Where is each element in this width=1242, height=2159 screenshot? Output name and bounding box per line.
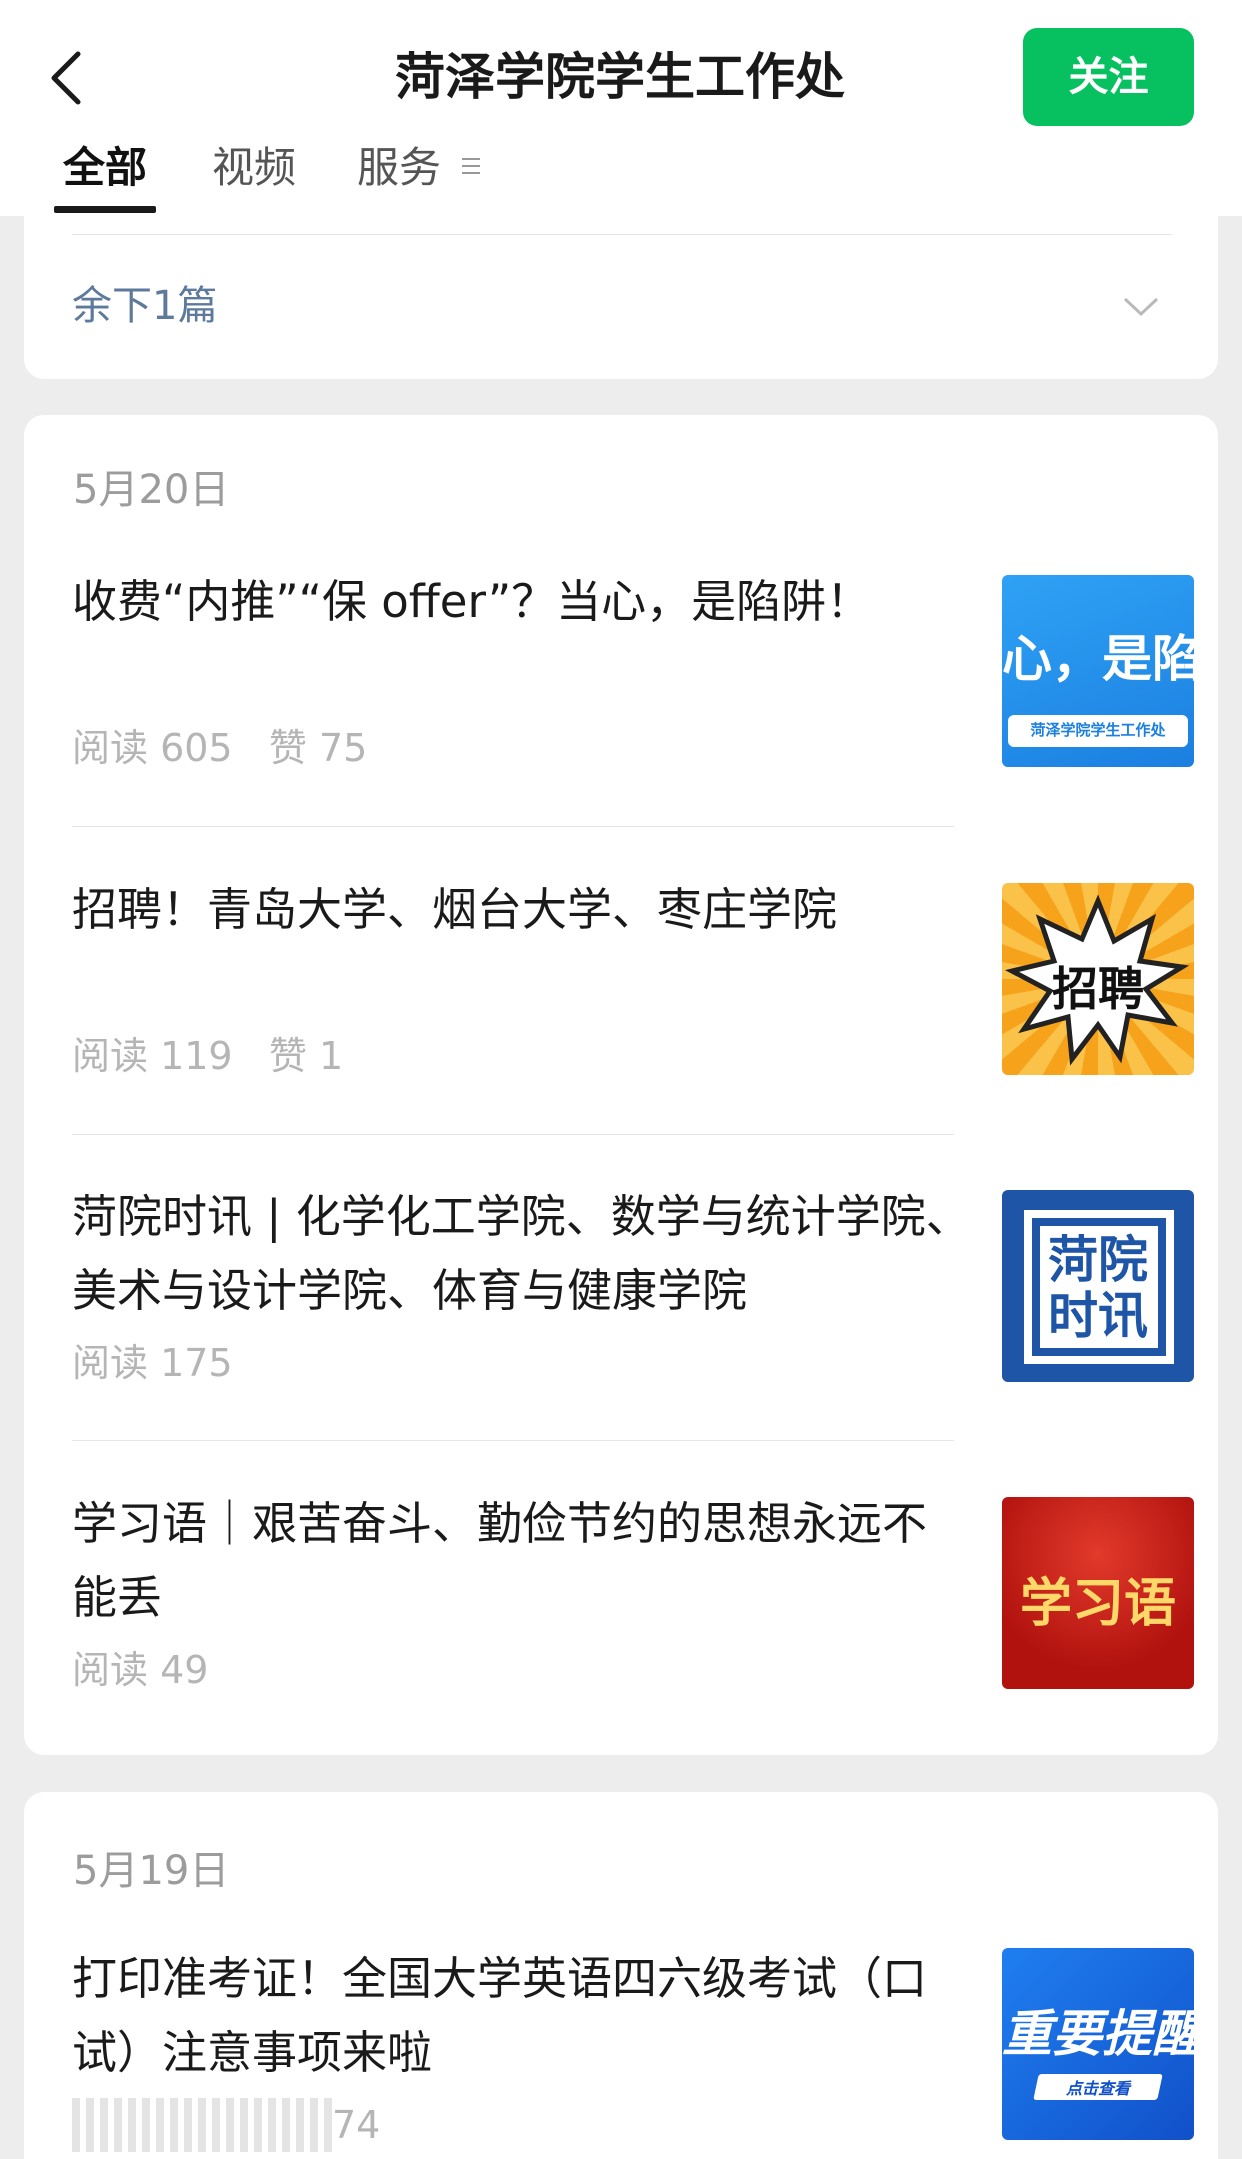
- divider: [72, 234, 1172, 235]
- expand-remaining-link[interactable]: 余下1篇: [72, 278, 217, 334]
- redacted-overlay: [72, 2098, 334, 2152]
- app-header: 菏泽学院学生工作处 关注 全部 视频 服务: [0, 0, 1242, 216]
- article-thumbnail[interactable]: 心，是陷 菏泽学院学生工作处: [1002, 575, 1194, 767]
- thumbnail-caption: 心，是陷: [1002, 630, 1194, 688]
- thumbnail-subcaption: 点击查看: [1065, 2079, 1130, 2098]
- article-group-card: 5月19日 打印准考证！全国大学英语四六级考试（口试）注意事项来啦 74 重要提…: [24, 1792, 1218, 2159]
- article-stats: 阅读 119 赞 1: [72, 1029, 343, 1083]
- article-thumbnail[interactable]: 招聘: [1002, 883, 1194, 1075]
- account-page: 余下1篇 5月20日 收费“内推”“保 offer”？当心，是陷阱！ 阅读 60…: [0, 0, 1242, 2159]
- article-item[interactable]: 菏院时讯 | 化学化工学院、数学与统计学院、美术与设计学院、体育与健康学院 阅读…: [72, 1180, 1194, 1400]
- like-count: 赞 1: [268, 1034, 344, 1078]
- divider: [72, 1134, 954, 1135]
- article-item[interactable]: 招聘！青岛大学、烟台大学、枣庄学院 阅读 119 赞 1 招聘: [72, 873, 1194, 1093]
- article-item[interactable]: 学习语｜艰苦奋斗、勤俭节约的思想永远不能丢 阅读 49 学习语: [72, 1487, 1194, 1707]
- follow-button[interactable]: 关注: [1023, 28, 1194, 126]
- account-title: 菏泽学院学生工作处: [395, 48, 845, 106]
- article-title[interactable]: 收费“内推”“保 offer”？当心，是陷阱！: [72, 565, 962, 639]
- article-thumbnail[interactable]: 学习语: [1002, 1497, 1194, 1689]
- divider: [72, 826, 954, 827]
- article-title[interactable]: 招聘！青岛大学、烟台大学、枣庄学院: [72, 873, 962, 947]
- chevron-down-icon[interactable]: [1121, 294, 1161, 320]
- group-date: 5月19日: [73, 1848, 230, 1894]
- tab-all[interactable]: 全部: [63, 140, 147, 196]
- article-thumbnail[interactable]: 菏院 时讯: [1002, 1190, 1194, 1382]
- thumbnail-caption: 重要提醒: [1002, 2005, 1194, 2063]
- group-date: 5月20日: [73, 467, 230, 513]
- active-tab-indicator: [54, 206, 156, 213]
- article-stats: 阅读 175: [72, 1336, 233, 1390]
- article-stats: 阅读 49: [72, 1643, 208, 1697]
- menu-icon[interactable]: [462, 158, 480, 178]
- read-count: 阅读 175: [72, 1341, 233, 1385]
- article-title[interactable]: 打印准考证！全国大学英语四六级考试（口试）注意事项来啦: [72, 1942, 962, 2090]
- article-stats: 74: [332, 2098, 380, 2152]
- back-arrow-icon[interactable]: [44, 48, 96, 108]
- article-group-card: 5月20日 收费“内推”“保 offer”？当心，是陷阱！ 阅读 605 赞 7…: [24, 415, 1218, 1755]
- tab-services[interactable]: 服务: [357, 140, 441, 196]
- thumbnail-caption: 学习语: [1019, 1573, 1176, 1634]
- article-title[interactable]: 学习语｜艰苦奋斗、勤俭节约的思想永远不能丢: [72, 1487, 962, 1635]
- tab-video[interactable]: 视频: [212, 140, 296, 196]
- thumbnail-caption-line1: 菏院: [1048, 1231, 1148, 1289]
- read-count: 阅读 119: [72, 1034, 233, 1078]
- thumbnail-subcaption: 菏泽学院学生工作处: [1030, 721, 1166, 739]
- read-count: 74: [332, 2103, 381, 2147]
- article-item[interactable]: 收费“内推”“保 offer”？当心，是陷阱！ 阅读 605 赞 75 心，是陷…: [72, 565, 1194, 785]
- article-stats: 阅读 605 赞 75: [72, 721, 367, 775]
- like-count: 赞 75: [268, 726, 368, 770]
- read-count: 阅读 49: [72, 1648, 209, 1692]
- thumbnail-caption-line2: 时讯: [1048, 1287, 1148, 1345]
- article-title[interactable]: 菏院时讯 | 化学化工学院、数学与统计学院、美术与设计学院、体育与健康学院: [72, 1180, 972, 1328]
- thumbnail-caption: 招聘: [1052, 962, 1144, 1016]
- divider: [72, 1440, 954, 1441]
- article-thumbnail[interactable]: 重要提醒 点击查看: [1002, 1948, 1194, 2140]
- read-count: 阅读 605: [72, 726, 233, 770]
